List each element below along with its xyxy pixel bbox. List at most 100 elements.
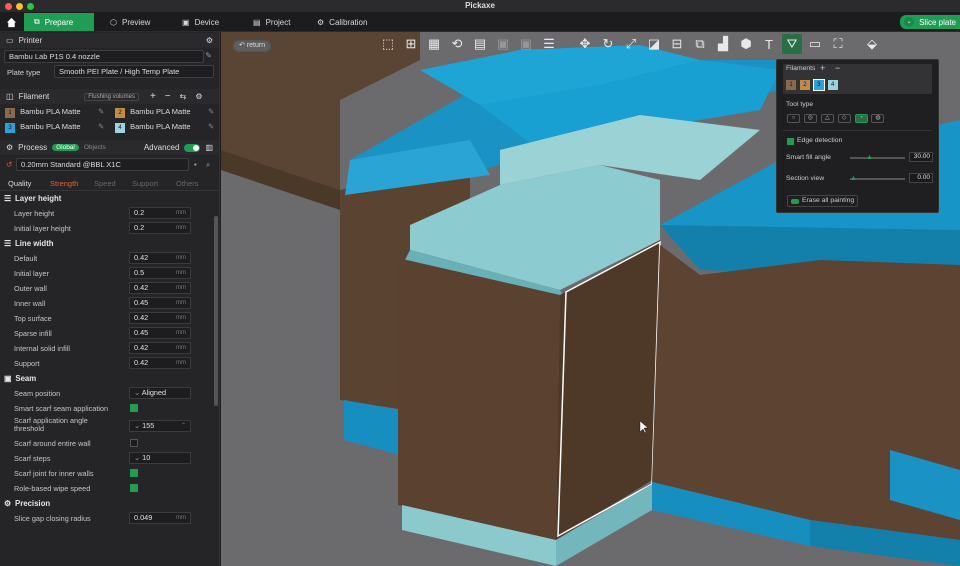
slice-dropdown-icon[interactable]: ⌄ [904,17,915,27]
add-cube-icon[interactable]: ⬚ [378,34,398,54]
sidebar-scrollbar[interactable] [214,216,218,406]
edge-detection-checkbox[interactable] [787,138,794,145]
seam-position-select[interactable]: ⌄ Aligned [129,387,191,399]
support-paint-icon[interactable]: ▟ [713,34,733,54]
top-surface-width-input[interactable]: 0.42 mm [129,312,191,324]
section-view-slider[interactable] [850,178,905,180]
section-view-value[interactable]: 0.00 [909,173,933,183]
section-view-thumb[interactable]: ▲ [850,175,857,182]
mesh-boolean-icon[interactable]: ⧉ [690,34,710,54]
remove-icon[interactable]: − [835,63,840,73]
gap-closing-input[interactable]: 0.049 mm [129,512,191,524]
rotate-icon[interactable]: ↻ [598,34,618,54]
tab-support[interactable]: Support [132,179,158,188]
erase-all-button[interactable]: Erase all painting [787,195,859,207]
stepper-icon[interactable]: ⌃ [181,421,186,431]
add-filament-icon[interactable]: + [150,91,156,102]
filament-slot-3[interactable]: 3 Bambu PLA Matte ✎ [5,122,104,133]
edit-icon[interactable]: ✎ [208,122,214,131]
advanced-switch[interactable] [184,143,201,152]
plate-type-select[interactable]: Smooth PEI Plate / High Temp Plate [54,65,214,78]
filament-slot-4[interactable]: 4 Bambu PLA Matte ✎ [115,122,214,133]
scale-icon[interactable]: ⤢ [621,34,641,54]
swatch-1[interactable]: 1 [786,80,796,90]
layers-icon[interactable]: ☰ [539,34,559,54]
tab-others[interactable]: Others [176,179,199,188]
edit-icon[interactable]: ✎ [98,122,104,131]
tab-speed[interactable]: Speed [94,179,116,188]
tab-quality[interactable]: Quality [8,179,31,188]
scarf-angle-input[interactable]: ⌄ 155 ⌃ [129,420,191,432]
orient-icon[interactable]: ⟲ [447,34,467,54]
tab-strength[interactable]: Strength [50,179,78,188]
remove-filament-icon[interactable]: − [165,91,171,102]
measure-icon[interactable]: ▭ [805,34,825,54]
lay-on-face-icon[interactable]: ◪ [644,34,664,54]
cut-icon[interactable]: ⊟ [667,34,687,54]
smart-fill-slider[interactable] [850,157,905,159]
scarf-around-checkbox[interactable] [130,439,138,447]
printer-settings-icon[interactable]: ⚙ [206,36,213,45]
circle-tool-icon[interactable]: ○ [787,114,800,123]
move-icon[interactable]: ✥ [575,34,595,54]
tab-device[interactable]: ▣ Device [172,13,229,31]
tab-prepare[interactable]: ⧉ Prepare [24,13,94,31]
printer-select[interactable]: Bambu Lab P1S 0.4 nozzle [4,50,204,63]
initial-layer-width-input[interactable]: 0.5 mm [129,267,191,279]
objects-toggle[interactable]: Objects [84,144,106,151]
tab-calibration[interactable]: ⚙ Calibration [307,13,377,31]
internal-solid-infill-width-input[interactable]: 0.42 mm [129,342,191,354]
outer-wall-width-input[interactable]: 0.42 mm [129,282,191,294]
smart-scarf-checkbox[interactable] [130,404,138,412]
split-parts-icon[interactable]: ▣ [516,34,536,54]
edit-icon[interactable]: ✎ [208,107,214,116]
swatch-2[interactable]: 2 [799,80,810,90]
search-icon[interactable]: ⌕ [206,160,210,170]
color-paint-icon[interactable]: ⛛ [782,34,802,54]
scarf-steps-input[interactable]: ⌄ 10 [129,452,191,464]
height-range-tool-icon[interactable]: ◇ [837,114,851,123]
smart-fill-thumb[interactable]: ▲ [866,154,873,161]
wipe-speed-checkbox[interactable] [130,484,138,492]
add-plate-icon[interactable]: ⊞ [401,34,421,54]
inner-wall-width-input[interactable]: 0.45 mm [129,297,191,309]
filament-slot-1[interactable]: 1 Bambu PLA Matte ✎ [5,107,104,118]
layout-icon[interactable]: ▤ [470,34,490,54]
split-objects-icon[interactable]: ▣ [493,34,513,54]
view-icon[interactable]: ⬙ [862,34,882,54]
flushing-volumes-button[interactable]: Flushing volumes [84,92,139,101]
smart-fill-value[interactable]: 30.00 [909,152,933,162]
arrange-icon[interactable]: ▦ [424,34,444,54]
gap-fill-tool-icon[interactable]: ◍ [871,114,885,123]
edit-icon[interactable]: ✎ [98,107,104,116]
assembly-icon[interactable]: ⛶ [828,34,848,54]
compare-icon[interactable]: ▥ [205,143,213,152]
add-icon[interactable]: + [820,63,825,73]
filament-settings-icon[interactable]: ⚙ [195,92,202,101]
return-button[interactable]: ↶ return [233,40,272,52]
fill-tool-icon[interactable]: ◔ [854,114,868,123]
default-width-input[interactable]: 0.42 mm [129,252,191,264]
filament-slot-2[interactable]: 2 Bambu PLA Matte ✎ [115,107,214,118]
initial-layer-height-input[interactable]: 0.2 mm [129,222,191,234]
edit-icon[interactable]: ✎ [205,51,212,60]
sphere-tool-icon[interactable]: ◎ [803,114,817,123]
printer-section-header[interactable]: ▭ Printer ⚙ [0,33,219,48]
tab-preview[interactable]: ⬡ Preview [100,13,160,31]
process-section-header[interactable]: ⚙ Process Global Objects Advanced ▥ [0,140,219,155]
sync-filament-icon[interactable]: ⇆ [180,92,187,101]
seam-paint-icon[interactable]: ⬢ [736,34,756,54]
swatch-3[interactable]: 3 [812,79,825,91]
scarf-inner-checkbox[interactable] [130,469,138,477]
save-icon[interactable]: ▪ [194,160,197,169]
swatch-4[interactable]: 4 [827,80,838,90]
support-width-input[interactable]: 0.42 mm [129,357,191,369]
slice-plate-button[interactable]: ⌄ Slice plate [900,15,960,29]
triangle-tool-icon[interactable]: △ [820,114,834,123]
global-toggle[interactable]: Global [52,144,79,151]
sparse-infill-width-input[interactable]: 0.45 mm [129,327,191,339]
tab-project[interactable]: ▤ Project [243,13,300,31]
home-button[interactable] [0,13,24,31]
process-preset-select[interactable]: 0.20mm Standard @BBL X1C [16,158,189,171]
filament-section-header[interactable]: ◫ Filament Flushing volumes + − ⇆ ⚙ [0,89,219,104]
